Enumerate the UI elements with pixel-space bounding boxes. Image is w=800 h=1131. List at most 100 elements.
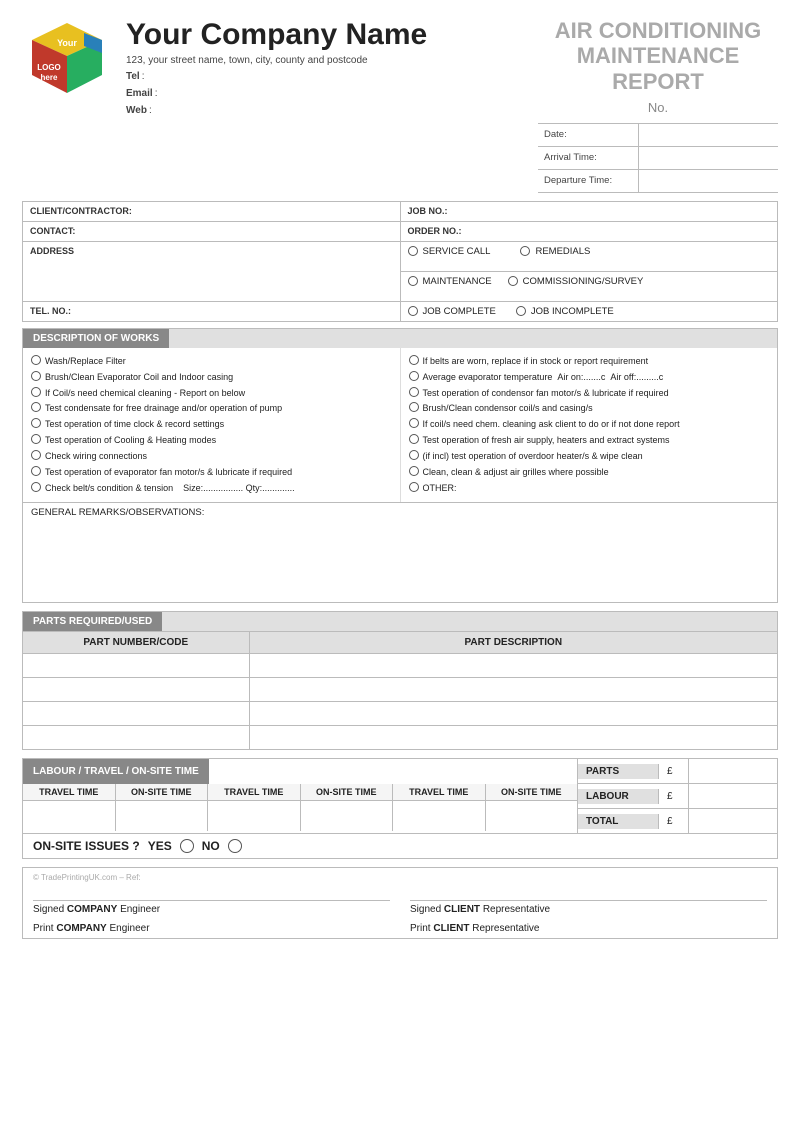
contact-cell: CONTACT: [23,221,401,241]
departure-value[interactable] [638,170,778,192]
parts-desc-1[interactable] [249,654,778,678]
labour-section: LABOUR / TRAVEL / ON-SITE TIME PARTS £ T… [22,758,778,834]
service-call-label: SERVICE CALL [423,246,491,257]
works-radio-r6[interactable] [409,434,419,444]
date-value[interactable] [638,124,778,146]
works-item-r9: OTHER: [409,481,770,496]
print-company-suffix: Engineer [110,923,150,934]
commissioning-row: COMMISSIONING/SURVEY [508,276,644,287]
signed-client-label: Signed [410,904,441,915]
parts-row-1 [23,654,778,678]
works-radio-r8[interactable] [409,466,419,476]
arrival-value[interactable] [638,147,778,169]
parts-number-4[interactable] [23,726,250,750]
works-radio-r7[interactable] [409,450,419,460]
job-no-label: JOB NO.: [408,206,448,216]
works-radio-r9[interactable] [409,482,419,492]
report-box: AIR CONDITIONING Maintenance Report No. … [538,18,778,193]
job-complete-row: JOB COMPLETE [408,306,496,317]
web-value: : [149,105,152,116]
job-incomplete-radio[interactable] [516,306,526,316]
works-item-r8: Clean, clean & adjust air grilles where … [409,465,770,480]
parts-col2-header: PART DESCRIPTION [249,632,778,654]
parts-sum-row: PARTS £ [578,759,777,784]
time-val-4[interactable] [301,801,394,831]
contractor-cell: CLIENT/CONTRACTOR: [23,201,401,221]
works-radio-r2[interactable] [409,371,419,381]
copyright: © TradePrintingUK.com – Ref: [33,873,767,882]
web-label: Web [126,105,147,116]
job-no-cell: JOB NO.: [400,201,778,221]
works-radio-2[interactable] [31,371,41,381]
works-radio-5[interactable] [31,418,41,428]
maintenance-row: MAINTENANCE [408,276,492,287]
onsite-row: ON-SITE ISSUES ? YES NO [22,834,778,859]
labour-grid-wrapper: TRAVEL TIME ON-SITE TIME TRAVEL TIME ON-… [22,784,778,834]
page: Your LOGO here Your Company Name 123, yo… [0,0,800,1131]
parts-section: PARTS REQUIRED/USED PART NUMBER/CODE PAR… [22,611,778,750]
works-item-8: Test operation of evaporator fan motor/s… [31,465,392,480]
works-item-6: Test operation of Cooling & Heating mode… [31,433,392,448]
time-val-6[interactable] [486,801,578,831]
job-incomplete-row: JOB INCOMPLETE [516,306,614,317]
report-title-line1: AIR CONDITIONING [555,18,762,43]
parts-sum-value[interactable] [688,759,777,783]
works-radio-9[interactable] [31,482,41,492]
parts-desc-2[interactable] [249,678,778,702]
works-radio-3[interactable] [31,387,41,397]
service-call-radio[interactable] [408,246,418,256]
works-section-wrapper: DESCRIPTION OF WORKS Wash/Replace Filter… [22,328,778,604]
onsite-no-label: NO [202,839,220,853]
remedials-radio[interactable] [520,246,530,256]
print-client-label: Print [410,923,431,934]
total-sum-value[interactable] [688,809,777,833]
time-val-3[interactable] [208,801,301,831]
works-body: Wash/Replace Filter Brush/Clean Evaporat… [22,348,778,604]
date-field-row: Date: [538,124,778,147]
parts-col1-header: PART NUMBER/CODE [23,632,250,654]
works-radio-r4[interactable] [409,402,419,412]
print-row: Print COMPANY Engineer Print CLIENT Repr… [33,923,767,934]
onsite-yes-radio[interactable] [180,839,194,853]
works-radio-4[interactable] [31,402,41,412]
onsite-no-radio[interactable] [228,839,242,853]
works-radio-7[interactable] [31,450,41,460]
works-radio-r5[interactable] [409,418,419,428]
maintenance-radio[interactable] [408,276,418,286]
labour-sum-value[interactable] [688,784,777,808]
job-complete-radio[interactable] [408,306,418,316]
job-complete-label: JOB COMPLETE [423,306,496,317]
date-label: Date: [538,126,638,143]
parts-desc-3[interactable] [249,702,778,726]
service-call-row: SERVICE CALL [408,246,491,257]
svg-text:here: here [41,73,58,82]
works-item-4: Test condensate for free drainage and/or… [31,401,392,416]
works-radio-6[interactable] [31,434,41,444]
time-header-3: TRAVEL TIME [208,784,301,800]
parts-number-3[interactable] [23,702,250,726]
commissioning-radio[interactable] [508,276,518,286]
departure-label: Departure Time: [538,172,638,189]
time-val-2[interactable] [116,801,209,831]
works-left-col: Wash/Replace Filter Brush/Clean Evaporat… [23,348,401,503]
works-radio-r1[interactable] [409,355,419,365]
time-header-1: TRAVEL TIME [23,784,116,800]
svg-text:LOGO: LOGO [37,63,61,72]
address-label: ADDRESS [30,246,74,256]
client-table: CLIENT/CONTRACTOR: JOB NO.: CONTACT: ORD… [22,201,778,322]
remarks-label: GENERAL REMARKS/OBSERVATIONS: [31,507,204,518]
works-item-r3: Test operation of condensor fan motor/s … [409,386,770,401]
time-val-5[interactable] [393,801,486,831]
works-radio-1[interactable] [31,355,41,365]
company-sig-col: Signed COMPANY Engineer [33,900,390,915]
parts-desc-4[interactable] [249,726,778,750]
works-radio-8[interactable] [31,466,41,476]
parts-number-1[interactable] [23,654,250,678]
signed-client-bold: CLIENT [444,904,480,915]
works-radio-r3[interactable] [409,387,419,397]
signed-client-suffix: Representative [483,904,550,915]
remedials-row: REMEDIALS [520,246,590,257]
tel-label: Tel [126,71,140,82]
time-val-1[interactable] [23,801,116,831]
parts-number-2[interactable] [23,678,250,702]
